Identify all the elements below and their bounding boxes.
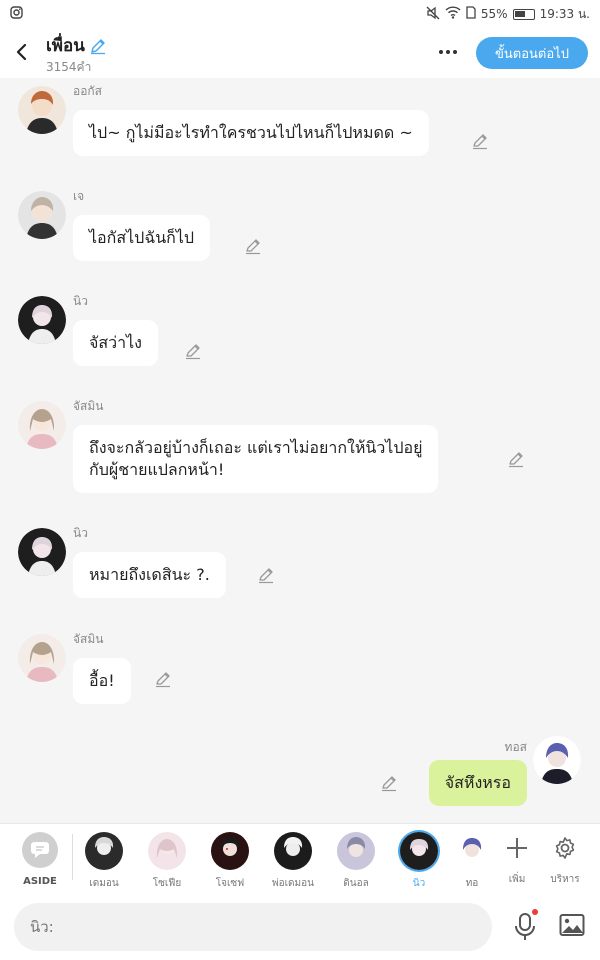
chevron-left-icon — [16, 43, 27, 61]
aside-button[interactable]: ASIDE — [20, 832, 60, 887]
edit-icon[interactable] — [154, 670, 172, 688]
character-label: ดินอล — [343, 878, 369, 889]
divider — [72, 834, 73, 880]
speech-bubble-icon — [31, 842, 49, 858]
more-dot — [453, 50, 457, 54]
more-dot — [446, 50, 450, 54]
aside-label: ASIDE — [23, 876, 57, 887]
next-step-button[interactable]: ขั้นตอนต่อไป — [476, 37, 588, 69]
avatar[interactable] — [533, 736, 581, 784]
sender-name: จัสมิน — [73, 399, 104, 413]
edit-icon[interactable] — [507, 450, 525, 468]
battery-icon — [512, 8, 535, 20]
wifi-icon — [445, 6, 461, 22]
avatar[interactable] — [18, 191, 66, 239]
image-icon — [559, 914, 585, 936]
mute-icon — [426, 6, 440, 23]
chat-area[interactable]: ออกัส ไป~ กูไม่มีอะไรทำใครชวนไปไหนก็ไปหม… — [0, 78, 600, 823]
message-bubble[interactable]: จัสว่าไง — [73, 320, 158, 366]
avatar[interactable] — [18, 634, 66, 682]
sim-icon — [466, 6, 476, 22]
plus-icon — [507, 838, 527, 858]
title-text: เพื่อน — [46, 36, 85, 56]
character-item[interactable]: โซเฟีย — [139, 832, 195, 891]
avatar[interactable] — [18, 401, 66, 449]
microphone-icon — [515, 913, 535, 940]
clock: 19:33 น. — [539, 6, 590, 21]
character-label: ทอ — [465, 878, 479, 889]
character-item[interactable]: ทอ — [452, 832, 492, 891]
character-avatar — [453, 832, 491, 870]
character-item[interactable]: เดมอน — [76, 832, 132, 891]
avatar[interactable] — [18, 296, 66, 344]
chat-header: เพื่อน 3154คำ ขั้นตอนต่อไป — [0, 28, 600, 78]
more-options-button[interactable] — [430, 38, 466, 66]
message-bubble[interactable]: ถึงจะกลัวอยู่บ้างก็เถอะ แต่เราไม่อยากให้… — [73, 425, 439, 493]
manage-label: บริหาร — [550, 874, 580, 885]
sender-name: นิว — [73, 526, 88, 540]
sender-name: ทอส — [504, 740, 527, 754]
character-avatar — [211, 832, 249, 870]
edit-icon[interactable] — [184, 342, 202, 360]
character-label: โจเซฟ — [215, 878, 245, 889]
character-label: พ่อเดมอน — [272, 878, 314, 889]
status-bar: 55% 19:33 น. — [0, 0, 600, 28]
recording-dot — [532, 909, 538, 915]
message-input[interactable] — [14, 903, 492, 951]
instagram-icon — [10, 6, 23, 22]
message-line: กับผู้ชายแปลกหน้า! — [89, 460, 225, 479]
sender-name: ออกัส — [73, 84, 103, 98]
character-label: โซเฟีย — [152, 878, 182, 889]
input-bar — [0, 895, 600, 960]
back-button[interactable] — [8, 38, 36, 66]
page-title[interactable]: เพื่อน — [46, 32, 107, 59]
manage-button[interactable]: บริหาร — [543, 832, 587, 887]
sender-name: เจ — [73, 189, 85, 203]
add-label: เพิ่ม — [508, 874, 526, 885]
character-item-active[interactable]: นิว — [391, 832, 447, 891]
pencil-icon[interactable] — [89, 37, 107, 55]
character-avatar — [400, 832, 438, 870]
mic-button[interactable] — [510, 907, 540, 947]
word-count: 3154คำ — [46, 60, 92, 74]
message-bubble[interactable]: จัสหึงหรอ — [428, 760, 527, 806]
message-line: ถึงจะกลัวอยู่บ้างก็เถอะ แต่เราไม่อยากให้… — [89, 438, 423, 457]
edit-icon[interactable] — [380, 774, 398, 792]
avatar[interactable] — [18, 86, 66, 134]
add-character-button[interactable]: เพิ่ม — [495, 832, 539, 887]
character-avatar — [148, 832, 186, 870]
character-bar: ASIDE เดมอน โซเฟีย โจเซฟ พ่อเดมอน ดินอล … — [0, 823, 600, 895]
sender-name: นิว — [73, 294, 88, 308]
aside-circle — [22, 832, 58, 868]
edit-icon[interactable] — [471, 132, 489, 150]
character-avatar — [85, 832, 123, 870]
edit-icon[interactable] — [257, 566, 275, 584]
image-button[interactable] — [556, 909, 588, 941]
sender-name: จัสมิน — [73, 632, 104, 646]
character-label: นิว — [412, 878, 426, 889]
message-bubble[interactable]: ไอกัสไปฉันก็ไป — [73, 215, 211, 261]
gear-icon — [555, 837, 575, 859]
edit-icon[interactable] — [244, 237, 262, 255]
avatar[interactable] — [18, 528, 66, 576]
message-bubble[interactable]: ไป~ กูไม่มีอะไรทำใครชวนไปไหนก็ไปหมดด ~ — [73, 110, 429, 156]
character-avatar — [274, 832, 312, 870]
more-dot — [439, 50, 443, 54]
message-bubble[interactable]: อื้อ! — [73, 658, 131, 704]
character-item[interactable]: ดินอล — [328, 832, 384, 891]
battery-percent: 55% — [480, 7, 508, 21]
character-avatar — [337, 832, 375, 870]
character-item[interactable]: โจเซฟ — [202, 832, 258, 891]
character-label: เดมอน — [89, 878, 119, 889]
message-bubble[interactable]: หมายถึงเดสินะ ?. — [73, 552, 226, 598]
character-item[interactable]: พ่อเดมอน — [265, 832, 321, 891]
